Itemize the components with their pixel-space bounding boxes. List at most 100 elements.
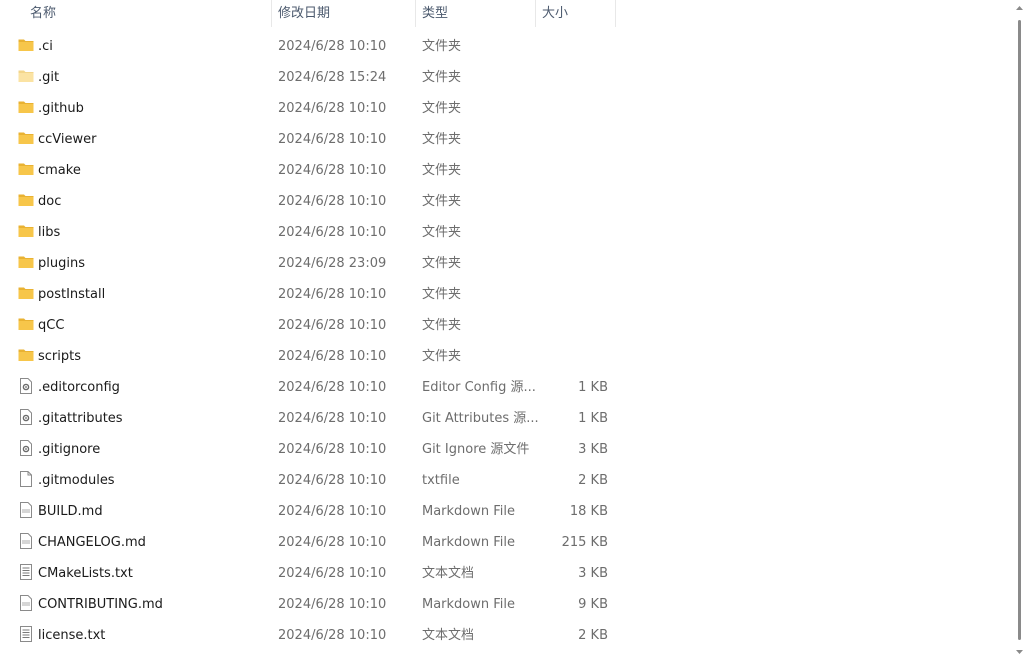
- markdown-file-icon: [18, 502, 34, 518]
- file-size: 2 KB: [578, 473, 608, 488]
- folder-icon: [18, 37, 34, 53]
- text-file-icon: [18, 626, 34, 642]
- file-size: 3 KB: [578, 442, 608, 457]
- file-row[interactable]: .git 2024/6/28 15:24 文件夹: [0, 62, 1012, 93]
- scroll-down-icon[interactable]: [1016, 648, 1023, 655]
- folder-icon: [18, 161, 34, 177]
- file-row[interactable]: ccViewer 2024/6/28 10:10 文件夹: [0, 124, 1012, 155]
- markdown-file-icon: [18, 533, 34, 549]
- file-modified-date: 2024/6/28 23:09: [278, 256, 387, 271]
- file-name: qCC: [38, 318, 65, 333]
- file-type: Markdown File: [422, 597, 516, 612]
- file-type: Git Attributes 源...: [422, 411, 539, 426]
- folder-icon: [18, 316, 34, 332]
- file-row[interactable]: .gitmodules 2024/6/28 10:10 txtfile 2 KB: [0, 465, 1012, 496]
- file-name: .git: [38, 70, 60, 85]
- file-name: license.txt: [38, 628, 106, 643]
- config-file-icon: [18, 409, 34, 425]
- column-divider[interactable]: [615, 0, 616, 27]
- scrollbar-thumb[interactable]: [1018, 20, 1021, 640]
- file-type: Markdown File: [422, 535, 516, 550]
- file-name: CONTRIBUTING.md: [38, 597, 163, 612]
- file-row[interactable]: plugins 2024/6/28 23:09 文件夹: [0, 248, 1012, 279]
- config-file-icon: [18, 378, 34, 394]
- file-modified-date: 2024/6/28 10:10: [278, 132, 387, 147]
- file-name: .ci: [38, 39, 53, 54]
- file-row[interactable]: CONTRIBUTING.md 2024/6/28 10:10 Markdown F…: [0, 589, 1012, 620]
- column-header-modified[interactable]: 修改日期: [278, 0, 330, 27]
- file-modified-date: 2024/6/28 10:10: [278, 194, 387, 209]
- file-type: Markdown File: [422, 504, 516, 519]
- file-type: 文件夹: [422, 349, 462, 364]
- file-row[interactable]: postInstall 2024/6/28 10:10 文件夹: [0, 279, 1012, 310]
- file-row[interactable]: .github 2024/6/28 10:10 文件夹: [0, 93, 1012, 124]
- file-row[interactable]: scripts 2024/6/28 10:10 文件夹: [0, 341, 1012, 372]
- file-modified-date: 2024/6/28 10:10: [278, 628, 387, 643]
- folder-icon: [18, 285, 34, 301]
- column-header-type[interactable]: 类型: [422, 0, 448, 27]
- file-modified-date: 2024/6/28 10:10: [278, 442, 387, 457]
- file-row[interactable]: .gitignore 2024/6/28 10:10 Git Ignore 源文件 3…: [0, 434, 1012, 465]
- file-name: CMakeLists.txt: [38, 566, 133, 581]
- file-size: 1 KB: [578, 411, 608, 426]
- file-name: .gitmodules: [38, 473, 115, 488]
- column-header-size[interactable]: 大小: [542, 0, 568, 27]
- file-type: 文件夹: [422, 101, 462, 116]
- vertical-scrollbar[interactable]: [1012, 0, 1025, 660]
- blank-file-icon: [18, 471, 34, 487]
- file-type: 文件夹: [422, 132, 462, 147]
- file-type: Git Ignore 源文件: [422, 442, 530, 457]
- file-type: 文件夹: [422, 287, 462, 302]
- file-row[interactable]: BUILD.md 2024/6/28 10:10 Markdown File 18 K…: [0, 496, 1012, 527]
- file-row[interactable]: .editorconfig 2024/6/28 10:10 Editor Confi…: [0, 372, 1012, 403]
- file-size: 18 KB: [569, 504, 608, 519]
- file-name: ccViewer: [38, 132, 97, 147]
- file-row[interactable]: .ci 2024/6/28 10:10 文件夹: [0, 31, 1012, 62]
- file-row[interactable]: qCC 2024/6/28 10:10 文件夹: [0, 310, 1012, 341]
- file-type: txtfile: [422, 473, 460, 488]
- file-modified-date: 2024/6/28 10:10: [278, 225, 387, 240]
- file-row[interactable]: cmake 2024/6/28 10:10 文件夹: [0, 155, 1012, 186]
- folder-icon: [18, 130, 34, 146]
- file-type: 文件夹: [422, 163, 462, 178]
- file-type: 文件夹: [422, 318, 462, 333]
- column-header-name[interactable]: 名称: [30, 0, 56, 27]
- file-name: plugins: [38, 256, 85, 271]
- sort-ascending-icon: ⌃: [142, 0, 152, 8]
- file-modified-date: 2024/6/28 10:10: [278, 473, 387, 488]
- file-type: 文件夹: [422, 225, 462, 240]
- file-type: 文本文档: [422, 628, 475, 643]
- file-modified-date: 2024/6/28 10:10: [278, 318, 387, 333]
- scroll-up-icon[interactable]: [1016, 5, 1023, 12]
- file-row[interactable]: .gitattributes 2024/6/28 10:10 Git Attribu…: [0, 403, 1012, 434]
- file-type: 文本文档: [422, 566, 475, 581]
- folder-icon: [18, 192, 34, 208]
- file-row[interactable]: CMakeLists.txt 2024/6/28 10:10 文本文档 3 KB: [0, 558, 1012, 589]
- file-modified-date: 2024/6/28 10:10: [278, 504, 387, 519]
- file-type: Editor Config 源...: [422, 380, 536, 395]
- file-modified-date: 2024/6/28 15:24: [278, 70, 387, 85]
- column-divider[interactable]: [415, 0, 416, 27]
- file-size: 3 KB: [578, 566, 608, 581]
- file-row[interactable]: CHANGELOG.md 2024/6/28 10:10 Markdown File…: [0, 527, 1012, 558]
- folder-icon: [18, 99, 34, 115]
- file-name: .github: [38, 101, 84, 116]
- file-modified-date: 2024/6/28 10:10: [278, 349, 387, 364]
- column-divider[interactable]: [535, 0, 536, 27]
- folder-icon: [18, 347, 34, 363]
- file-type: 文件夹: [422, 39, 462, 54]
- file-modified-date: 2024/6/28 10:10: [278, 380, 387, 395]
- file-modified-date: 2024/6/28 10:10: [278, 566, 387, 581]
- file-row[interactable]: license.txt 2024/6/28 10:10 文本文档 2 KB: [0, 620, 1012, 651]
- column-divider[interactable]: [271, 0, 272, 27]
- file-type: 文件夹: [422, 256, 462, 271]
- file-row[interactable]: libs 2024/6/28 10:10 文件夹: [0, 217, 1012, 248]
- file-modified-date: 2024/6/28 10:10: [278, 39, 387, 54]
- file-size: 215 KB: [561, 535, 608, 550]
- file-name: cmake: [38, 163, 81, 178]
- file-size: 2 KB: [578, 628, 608, 643]
- file-row[interactable]: doc 2024/6/28 10:10 文件夹: [0, 186, 1012, 217]
- folder-icon: [18, 223, 34, 239]
- file-name: libs: [38, 225, 61, 240]
- column-header: ⌃ 名称 修改日期 类型 大小: [0, 0, 1012, 27]
